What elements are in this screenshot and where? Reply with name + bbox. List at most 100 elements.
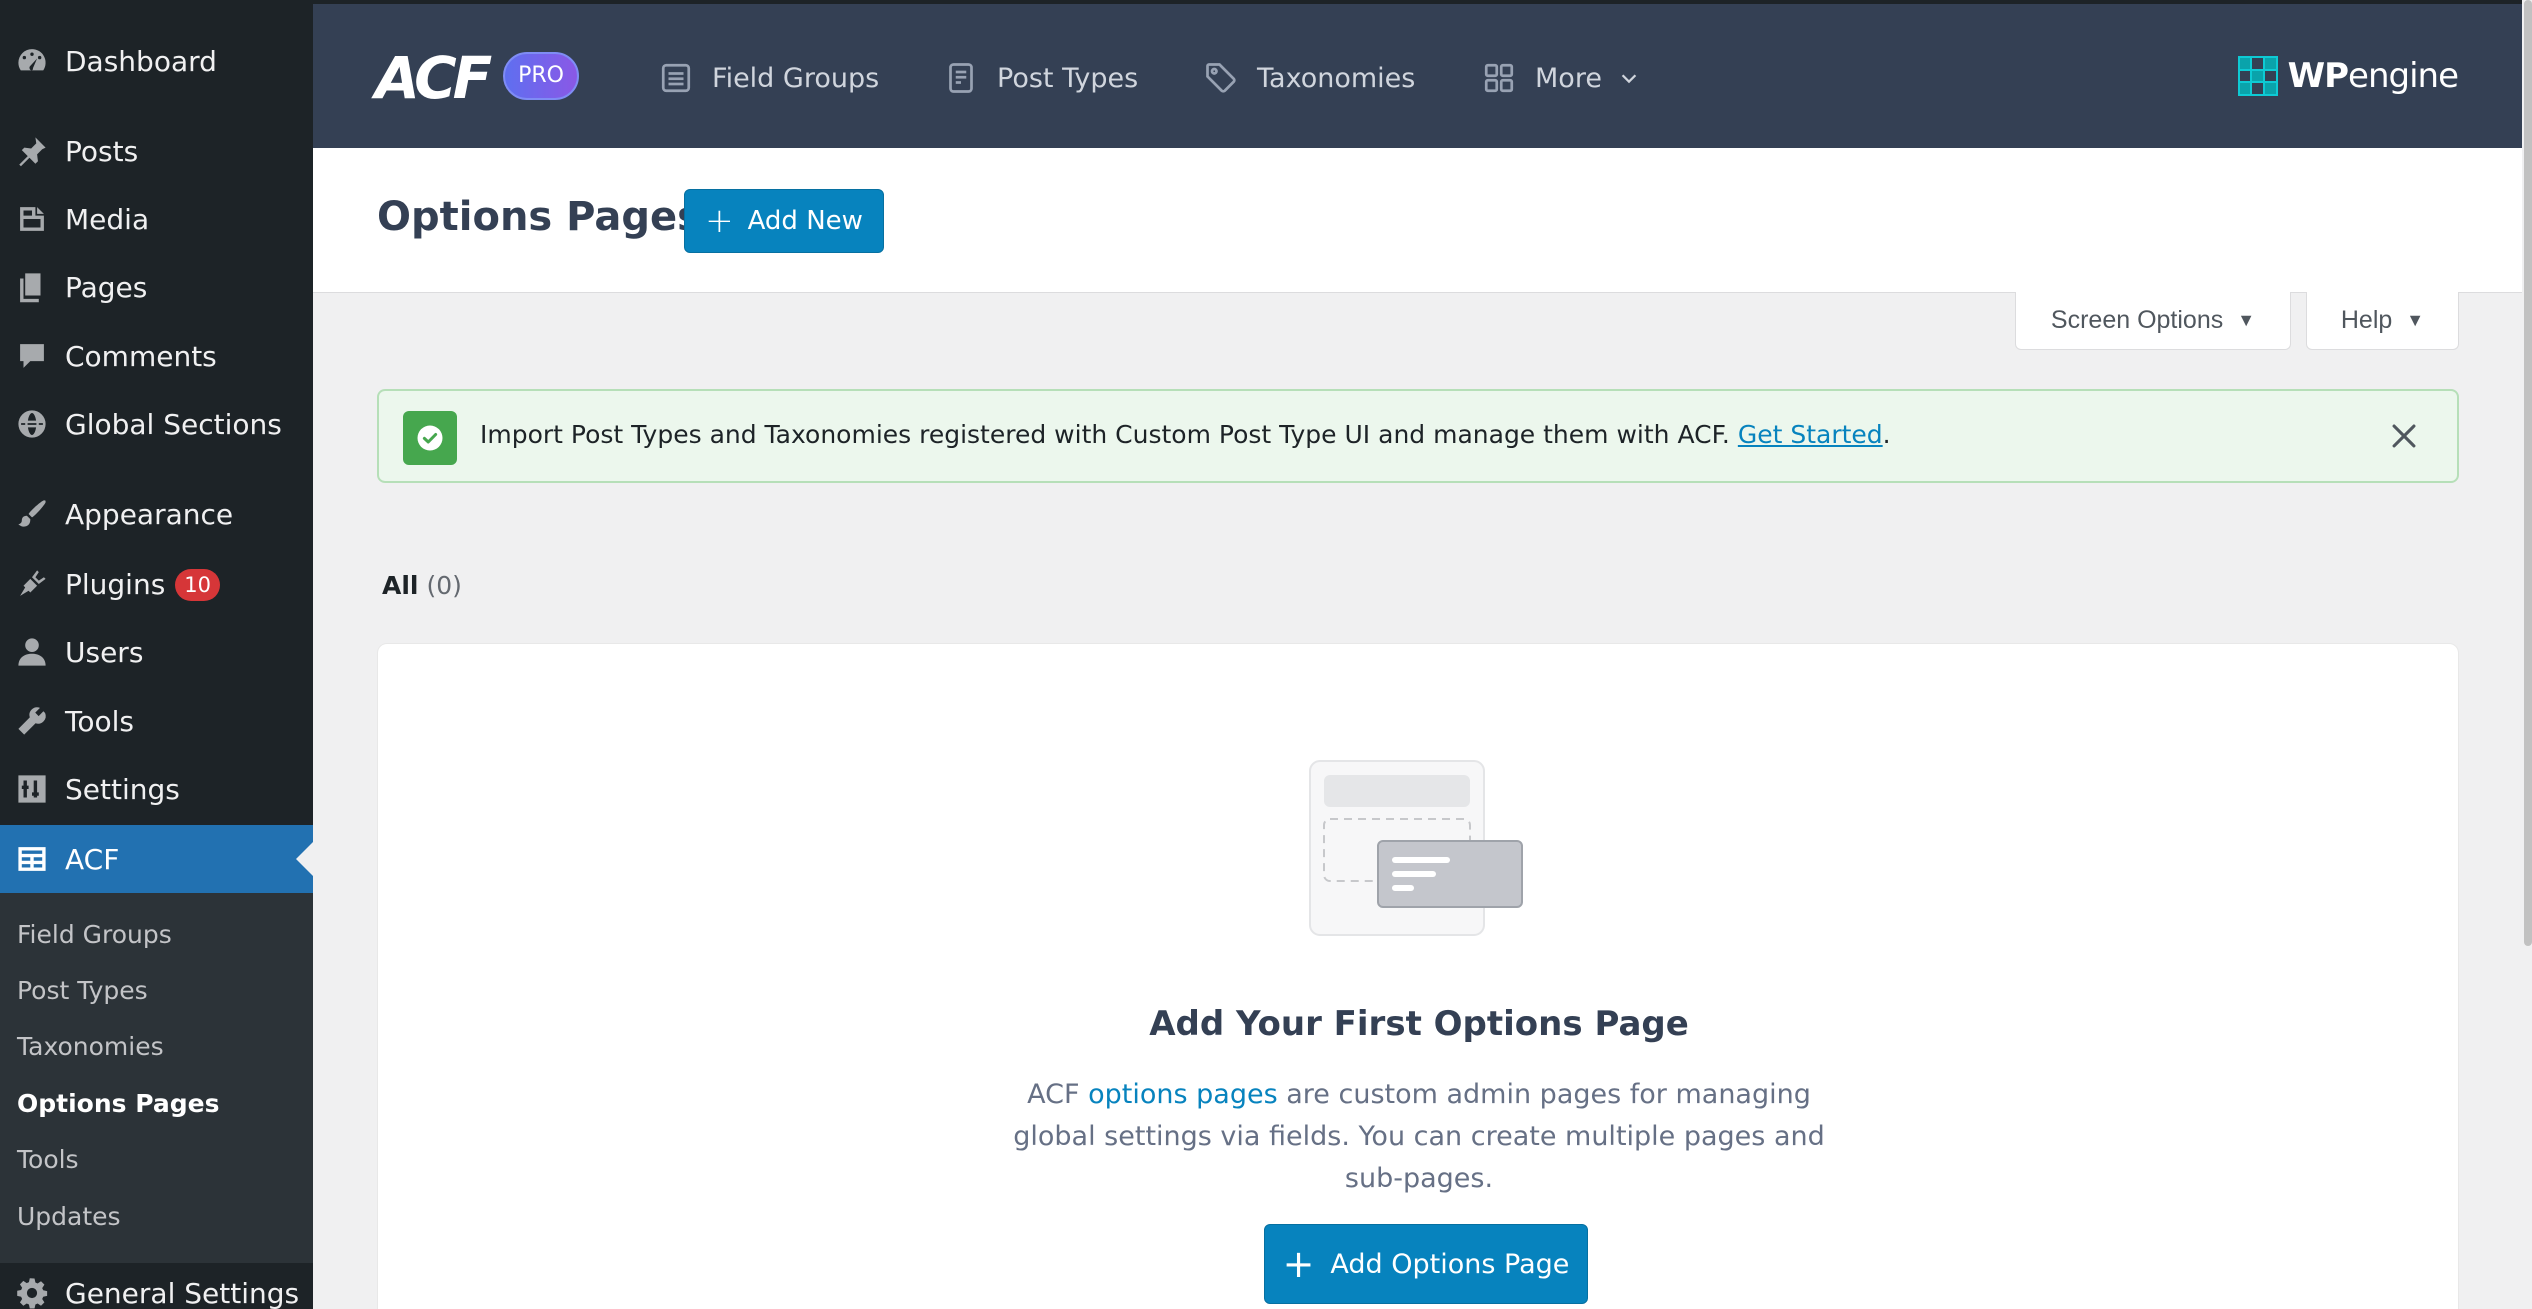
settings-icon <box>12 769 52 809</box>
options-page-illustration <box>1308 759 1528 953</box>
sidebar-item-comments[interactable]: Comments <box>0 323 313 389</box>
list-icon <box>661 63 691 93</box>
sidebar-item-pages[interactable]: Pages <box>0 254 313 320</box>
pin-icon <box>12 131 52 171</box>
options-pages-link[interactable]: options pages <box>1088 1079 1278 1110</box>
filter-all-count: (0) <box>426 571 462 600</box>
caret-down-icon: ▼ <box>2406 310 2425 330</box>
sidebar-item-appearance[interactable]: Appearance <box>0 481 313 547</box>
sidebar-item-label: Settings <box>65 772 180 806</box>
sidebar-item-general-settings[interactable]: General Settings <box>0 1263 313 1309</box>
wp-engine-wordmark: WPengine <box>2287 56 2459 96</box>
tab-label: More <box>1535 62 1602 94</box>
plus-icon: + <box>705 201 734 241</box>
sidebar-item-label: Appearance <box>65 497 234 531</box>
wp-engine-wordmark-bold: WP <box>2287 56 2349 96</box>
document-icon <box>949 63 973 93</box>
sidebar-item-acf[interactable]: ACF <box>0 825 313 893</box>
sidebar-item-label: Comments <box>65 339 217 373</box>
submenu-item-field-groups[interactable]: Field Groups <box>17 920 172 949</box>
sidebar-item-label: General Settings <box>65 1276 300 1309</box>
submenu-item-taxonomies[interactable]: Taxonomies <box>17 1032 164 1061</box>
sidebar-item-plugins[interactable]: Plugins 10 <box>0 551 313 617</box>
import-notice: Import Post Types and Taxonomies registe… <box>377 389 2459 483</box>
sidebar-item-posts[interactable]: Posts <box>0 118 313 184</box>
filter-all-link[interactable]: All <box>382 571 419 600</box>
sidebar-item-label: Dashboard <box>65 44 217 78</box>
page-title: Options Pages <box>377 194 701 240</box>
plus-icon: + <box>1282 1242 1315 1286</box>
add-new-button[interactable]: + Add New <box>684 189 884 253</box>
help-label: Help <box>2340 306 2393 334</box>
notice-message: Import Post Types and Taxonomies registe… <box>480 420 1891 449</box>
sidebar-item-label: Posts <box>65 134 139 168</box>
acf-submenu: Field Groups Post Types Taxonomies Optio… <box>0 893 313 1263</box>
submenu-item-tools[interactable]: Tools <box>17 1145 79 1174</box>
screen-options-button[interactable]: Screen Options ▼ <box>2015 292 2291 350</box>
close-icon <box>2392 424 2416 448</box>
gear-icon <box>12 1273 52 1309</box>
plugin-icon <box>12 564 52 604</box>
wp-engine-logo[interactable]: WPengine <box>2237 56 2459 96</box>
dismiss-notice-button[interactable] <box>2387 419 2421 453</box>
tab-taxonomies[interactable]: Taxonomies <box>1203 54 1415 102</box>
sidebar-item-label: Pages <box>65 270 148 304</box>
sidebar-item-dashboard[interactable]: Dashboard <box>0 28 313 94</box>
grid-icon <box>1484 63 1514 93</box>
tab-label: Field Groups <box>712 62 880 94</box>
globe-icon <box>12 404 52 444</box>
acf-table-icon <box>12 839 52 879</box>
submenu-item-post-types[interactable]: Post Types <box>17 976 148 1005</box>
pro-badge: PRO <box>503 52 579 100</box>
comment-icon <box>12 336 52 376</box>
sidebar-item-media[interactable]: Media <box>0 186 313 252</box>
empty-state-description: ACF options pages are custom admin pages… <box>1009 1074 1829 1200</box>
status-filter: All (0) <box>382 571 462 600</box>
tab-label: Taxonomies <box>1257 62 1416 94</box>
wrench-icon <box>12 701 52 741</box>
sidebar-item-users[interactable]: Users <box>0 619 313 685</box>
user-icon <box>12 632 52 672</box>
notice-text: Import Post Types and Taxonomies registe… <box>480 420 1730 449</box>
wp-engine-mark-icon <box>2237 56 2278 96</box>
add-options-page-label: Add Options Page <box>1330 1248 1570 1280</box>
media-icon <box>12 199 52 239</box>
tag-icon <box>1206 63 1236 93</box>
admin-sidebar: Dashboard Posts Media Pages Comments Glo… <box>0 0 313 1309</box>
notice-suffix: . <box>1882 420 1891 449</box>
tab-label: Post Types <box>997 62 1139 94</box>
empty-desc-prefix: ACF <box>1027 1079 1080 1110</box>
chevron-down-icon <box>1621 74 1637 84</box>
get-started-link[interactable]: Get Started <box>1738 420 1883 449</box>
acf-logo[interactable]: ACF <box>375 49 492 107</box>
tab-more-dropdown[interactable]: More <box>1481 54 1640 102</box>
screen-options-label: Screen Options <box>2050 306 2224 334</box>
sidebar-item-tools[interactable]: Tools <box>0 688 313 754</box>
page-titlebar: Options Pages + Add New <box>313 148 2522 293</box>
help-button[interactable]: Help ▼ <box>2306 292 2459 350</box>
tab-field-groups[interactable]: Field Groups <box>658 54 879 102</box>
add-new-label: Add New <box>747 206 863 236</box>
acf-header: ACF PRO Field Groups Post Types Taxonomi… <box>313 0 2522 148</box>
sidebar-item-label: Global Sections <box>65 407 282 441</box>
scrollbar-thumb[interactable] <box>2524 0 2532 946</box>
empty-state-card: Add Your First Options Page ACF options … <box>377 643 2459 1309</box>
plugins-label: Plugins <box>65 567 166 601</box>
sidebar-item-global-sections[interactable]: Global Sections <box>0 391 313 457</box>
sidebar-item-label: Media <box>65 202 150 236</box>
check-circle-icon <box>403 411 457 465</box>
add-options-page-button[interactable]: + Add Options Page <box>1264 1224 1588 1304</box>
pages-icon <box>12 267 52 307</box>
caret-down-icon: ▼ <box>2237 310 2256 330</box>
sidebar-item-label: Plugins 10 <box>65 567 221 601</box>
submenu-item-options-pages[interactable]: Options Pages <box>17 1089 219 1118</box>
empty-state-title: Add Your First Options Page <box>1149 1004 1689 1044</box>
dashboard-icon <box>12 41 52 81</box>
tab-post-types[interactable]: Post Types <box>943 54 1138 102</box>
wp-engine-wordmark-rest: engine <box>2348 56 2459 96</box>
sidebar-item-settings[interactable]: Settings <box>0 756 313 822</box>
update-count-badge: 10 <box>175 568 221 601</box>
submenu-item-updates[interactable]: Updates <box>17 1202 121 1231</box>
sidebar-item-label: Tools <box>65 704 134 738</box>
sidebar-item-label: Users <box>65 635 144 669</box>
